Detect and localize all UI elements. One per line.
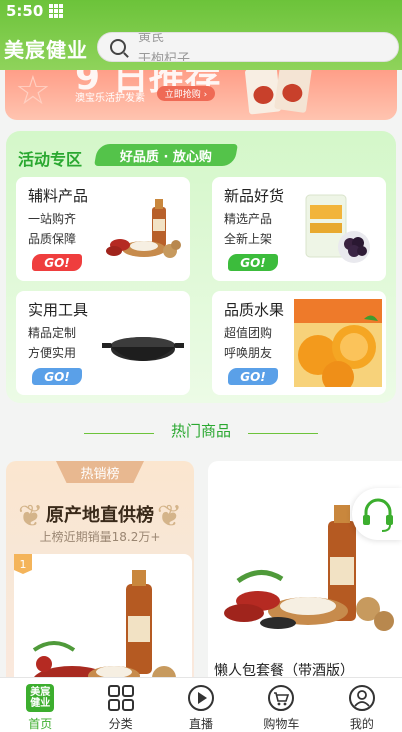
card-line: 呼唤朋友 (224, 346, 273, 360)
bottom-tab-bar: 美宸 健业 首页 分类 直播 购物车 我的 (0, 677, 402, 732)
oranges-image (294, 299, 382, 387)
status-time: 5:50 (6, 2, 44, 20)
card-line: 品质保障 (28, 232, 77, 246)
star-decoration-icon: ☆ (15, 70, 51, 114)
go-button[interactable]: GO! (228, 254, 278, 271)
dried-fruit-package-image (305, 194, 370, 263)
ranking-product-image (14, 554, 192, 691)
tab-mine[interactable]: 我的 (322, 678, 402, 732)
banner-subtitle: 澳宝乐活护发素 (75, 93, 145, 104)
banner-buy-button[interactable]: 立即抢购 › (157, 86, 215, 101)
card-title: 实用工具 (28, 301, 89, 319)
product-pack-image (274, 70, 312, 114)
card-line: 精选产品 (224, 212, 273, 226)
hot-goods-title: 热门商品 (170, 422, 231, 440)
search-hint-previous: 黄芪 (138, 32, 165, 45)
category-grid-icon (107, 685, 134, 711)
hot-sale-tag: 热销榜 (56, 461, 144, 483)
section-divider (248, 433, 318, 434)
tab-label: 购物车 (263, 717, 300, 731)
hot-ranking-card[interactable]: 热销榜 ❦ ❦ 原产地直供榜 上榜近期销量18.2万+ 1 (6, 461, 194, 691)
activity-slogan: 好品质 · 放心购 (94, 144, 238, 166)
status-bar: 5:50 (0, 0, 402, 22)
tab-home[interactable]: 美宸 健业 首页 (0, 678, 80, 732)
play-icon (188, 685, 215, 711)
top-bar: 5:50 美宸健业 黄芪 干枸杞子 (0, 0, 402, 70)
card-line: 超值团购 (224, 326, 273, 340)
tab-label: 首页 (28, 717, 53, 731)
activity-title: 活动专区 (18, 150, 83, 169)
activity-card-new-goods[interactable]: 新品好货 精选产品 全新上架 GO! (212, 177, 386, 281)
go-button[interactable]: GO! (228, 368, 278, 385)
search-hint-current: 干枸杞子 (138, 52, 191, 62)
activity-card-fruit[interactable]: 品质水果 超值团购 呼唤朋友 GO! (212, 291, 386, 395)
ranking-title: 原产地直供榜 (46, 505, 154, 526)
activity-zone: 活动专区 好品质 · 放心购 辅料产品 一站购齐 品质保障 GO! 新品好货 精… (6, 131, 396, 403)
card-line: 全新上架 (224, 232, 273, 246)
activity-card-auxiliary[interactable]: 辅料产品 一站购齐 品质保障 GO! (16, 177, 190, 281)
vinegar-dates-image (32, 570, 176, 691)
promo-banner[interactable]: ☆ 9 日推荐 澳宝乐活护发素 立即抢购 › (5, 70, 397, 120)
card-title: 辅料产品 (28, 187, 89, 205)
tab-label: 我的 (349, 717, 374, 731)
home-logo-icon: 美宸 健业 (26, 684, 55, 712)
tab-label: 直播 (189, 717, 214, 731)
ranking-subtitle: 上榜近期销量18.2万+ (39, 530, 161, 544)
card-title: 品质水果 (224, 301, 285, 319)
customer-service-button[interactable] (352, 488, 402, 540)
user-icon (348, 685, 375, 711)
go-button[interactable]: GO! (32, 368, 82, 385)
tab-category[interactable]: 分类 (80, 678, 160, 732)
cart-icon (268, 685, 295, 711)
headset-icon (363, 498, 393, 532)
rank-number-badge: 1 (14, 554, 32, 574)
search-input[interactable]: 黄芪 干枸杞子 (97, 32, 399, 62)
brand-title: 美宸健业 (4, 38, 88, 62)
go-button[interactable]: GO! (32, 254, 82, 271)
dates-walnut-vinegar-image (106, 199, 181, 258)
tab-label: 分类 (108, 717, 133, 731)
activity-card-tools[interactable]: 实用工具 精品定制 方便实用 GO! (16, 291, 190, 395)
search-icon (110, 39, 126, 55)
card-title: 新品好货 (224, 187, 285, 205)
app-grid-icon (49, 4, 64, 18)
tab-live[interactable]: 直播 (161, 678, 241, 732)
tab-cart[interactable]: 购物车 (241, 678, 321, 732)
card-line: 精品定制 (28, 326, 77, 340)
card-line: 方便实用 (28, 346, 77, 360)
wok-pan-image (102, 337, 184, 361)
card-line: 一站购齐 (28, 212, 77, 226)
